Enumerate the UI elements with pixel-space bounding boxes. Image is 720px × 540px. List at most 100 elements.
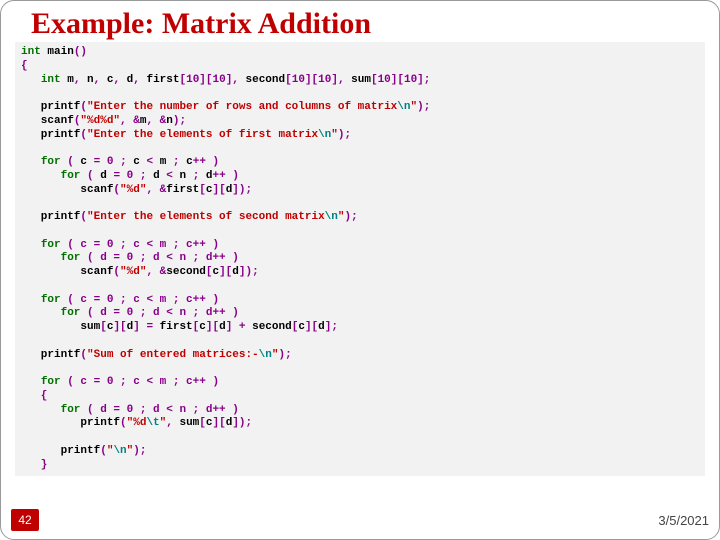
code-token: d	[94, 170, 114, 182]
code-token: ( c = 0 ; c < m ; c++ )	[61, 239, 219, 251]
code-token: [	[199, 417, 206, 429]
code-token: c	[180, 156, 193, 168]
code-token: ()	[74, 46, 87, 58]
code-token: <	[166, 170, 173, 182]
code-token: 10	[213, 74, 226, 86]
code-token: \n	[113, 445, 126, 457]
code-token: );	[173, 115, 186, 127]
code-token: 10	[404, 74, 417, 86]
code-token: m	[61, 74, 74, 86]
code-token: 10	[318, 74, 331, 86]
code-token: 10	[378, 74, 391, 86]
code-token: 0	[120, 170, 140, 182]
code-token: ++ )	[213, 170, 239, 182]
code-token: for	[61, 170, 81, 182]
code-token: n	[166, 115, 173, 127]
code-token: printf	[21, 417, 120, 429]
code-token: [	[285, 74, 292, 86]
code-token: ][	[113, 321, 126, 333]
code-token: \n	[318, 129, 331, 141]
code-token: (	[100, 445, 107, 457]
code-token: );	[278, 349, 291, 361]
code-token: (	[61, 156, 74, 168]
code-token: [	[199, 184, 206, 196]
code-token: for	[61, 404, 81, 416]
code-token: ( d = 0 ; d < n ; d++ )	[80, 252, 238, 264]
code-token: "Enter the elements of first matrix	[87, 129, 318, 141]
code-token: (	[80, 170, 93, 182]
code-token: printf	[21, 101, 80, 113]
code-token: ][	[212, 184, 225, 196]
code-token: "%d"	[120, 184, 146, 196]
code-token: , &	[146, 266, 166, 278]
code-token: ( c = 0 ; c < m ; c++ )	[61, 376, 219, 388]
code-token: ];	[417, 74, 430, 86]
slide-container: Example: Matrix Addition int main() { in…	[0, 0, 720, 540]
code-token: "	[331, 129, 338, 141]
code-token: }	[21, 459, 47, 471]
code-token: );	[133, 445, 146, 457]
code-token: );	[417, 101, 430, 113]
code-token: for	[41, 294, 61, 306]
code-token: first	[140, 74, 180, 86]
code-token: {	[21, 60, 28, 72]
code-token: 10	[186, 74, 199, 86]
code-token: 10	[292, 74, 305, 86]
code-token: \n	[397, 101, 410, 113]
slide-date: 3/5/2021	[658, 513, 709, 528]
code-token: , &	[146, 184, 166, 196]
code-token: ][	[213, 417, 226, 429]
code-token: printf	[21, 211, 80, 223]
code-token: for	[41, 239, 61, 251]
code-token: c	[127, 156, 147, 168]
code-token: ,	[166, 417, 179, 429]
code-token: ];	[325, 321, 338, 333]
code-token: ( d = 0 ; d < n ; d++ )	[80, 307, 238, 319]
code-token: n	[80, 74, 93, 86]
code-token: for	[41, 376, 61, 388]
code-token: int	[21, 46, 41, 58]
code-token: ++ )	[193, 156, 219, 168]
code-token: ]);	[232, 184, 252, 196]
code-token: );	[344, 211, 357, 223]
code-token: \n	[259, 349, 272, 361]
code-token: c	[74, 156, 94, 168]
code-token: sum	[179, 417, 199, 429]
code-token: printf	[21, 445, 100, 457]
code-token: ],	[226, 74, 239, 86]
slide-title: Example: Matrix Addition	[31, 7, 709, 40]
code-token: second	[166, 266, 206, 278]
code-token: first	[166, 184, 199, 196]
slide-footer: 42 3/5/2021	[11, 509, 709, 531]
code-token: \t	[146, 417, 159, 429]
code-token: c	[199, 321, 206, 333]
code-token: ( d = 0 ; d < n ; d++ )	[80, 404, 238, 416]
code-token: "%d"	[120, 266, 146, 278]
code-token: [	[371, 74, 378, 86]
code-token: ]);	[232, 417, 252, 429]
code-token: scanf	[21, 184, 113, 196]
code-token: second	[239, 74, 285, 86]
code-token: d	[146, 170, 166, 182]
code-token: ] +	[226, 321, 252, 333]
code-token: m	[153, 156, 173, 168]
code-token: "Enter the number of rows and columns of…	[87, 101, 397, 113]
code-token: c	[100, 74, 113, 86]
code-token: n	[173, 170, 193, 182]
code-token: int	[41, 74, 61, 86]
code-token: "%d%d"	[80, 115, 120, 127]
code-block: int main() { int m, n, c, d, first[10][1…	[15, 42, 705, 476]
code-token: first	[160, 321, 193, 333]
code-token: "Enter the elements of second matrix	[87, 211, 325, 223]
code-token: ,	[133, 74, 140, 86]
code-token: ( c = 0 ; c < m ; c++ )	[61, 294, 219, 306]
code-token: d	[219, 321, 226, 333]
code-token: ],	[331, 74, 344, 86]
code-token: sum	[345, 74, 371, 86]
code-token: for	[61, 252, 81, 264]
code-token: ][	[219, 266, 232, 278]
code-token: ] =	[133, 321, 159, 333]
code-token: c	[206, 417, 213, 429]
code-token: main	[41, 46, 74, 58]
code-token: for	[61, 307, 81, 319]
